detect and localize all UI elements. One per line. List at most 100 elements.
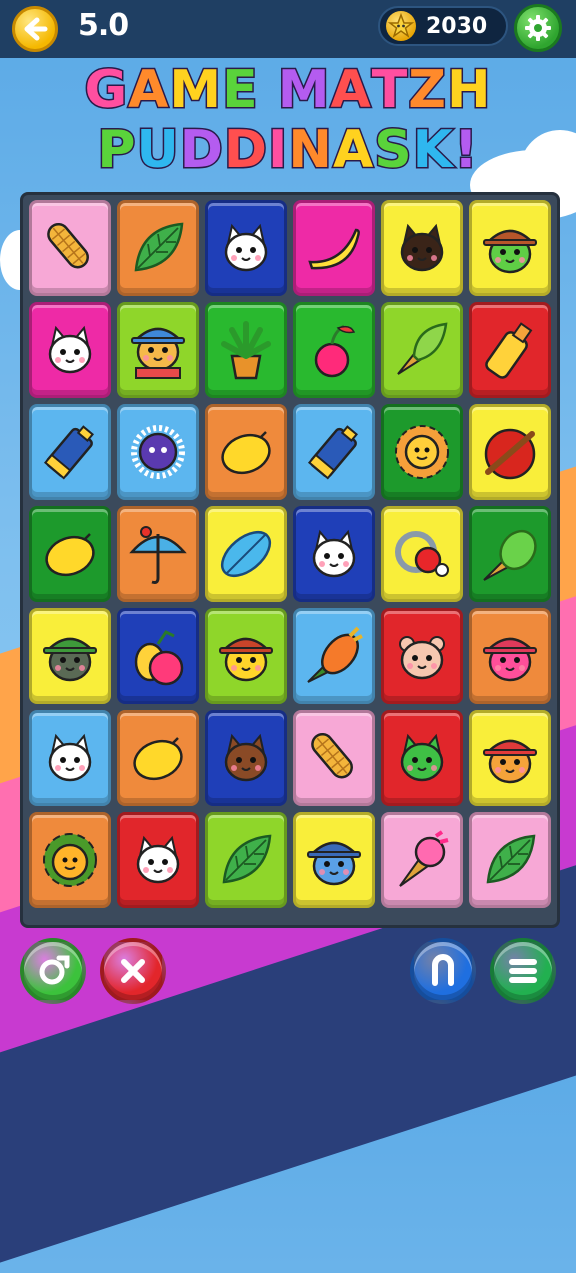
board-tile[interactable]: [469, 404, 551, 500]
green-cone-icon: [483, 529, 537, 581]
board-tile[interactable]: [469, 506, 551, 602]
board-tile[interactable]: [117, 506, 199, 602]
board-tile[interactable]: [293, 302, 375, 398]
board-tile[interactable]: [205, 710, 287, 806]
white-cat-icon: [48, 325, 92, 374]
title-letter: A: [329, 59, 372, 122]
board-tile[interactable]: [381, 506, 463, 602]
board-tile[interactable]: [381, 302, 463, 398]
board-tile[interactable]: [29, 404, 111, 500]
white-cat-icon: [312, 529, 356, 578]
green-cat-icon: [400, 733, 444, 782]
white-cat-icon: [136, 835, 180, 884]
shuffle-button[interactable]: [20, 938, 86, 1004]
banana-icon: [308, 228, 360, 270]
title-letter: Z: [407, 59, 448, 122]
board-tile[interactable]: [293, 404, 375, 500]
board-tile[interactable]: [293, 608, 375, 704]
lemon-icon: [133, 737, 183, 781]
title-letter: E: [221, 59, 260, 122]
green-hat-kid-icon: [43, 637, 97, 682]
board-tile[interactable]: [29, 200, 111, 296]
score-value: 2030: [426, 14, 488, 39]
board-tile[interactable]: [381, 710, 463, 806]
board-tile[interactable]: [469, 302, 551, 398]
fruit-pair-icon: [134, 630, 184, 686]
potted-plant-icon: [221, 321, 271, 380]
board-tile[interactable]: [29, 608, 111, 704]
sun-icon: [395, 425, 449, 479]
board-tile[interactable]: [293, 200, 375, 296]
board-tile[interactable]: [117, 812, 199, 908]
board-tile[interactable]: [117, 200, 199, 296]
board-tile[interactable]: [205, 506, 287, 602]
sunflower-icon: [43, 833, 97, 887]
title-letter: M: [168, 59, 223, 122]
board-tile[interactable]: [29, 812, 111, 908]
board-tile[interactable]: [117, 710, 199, 806]
magnet-button[interactable]: [410, 938, 476, 1004]
board-tile[interactable]: [469, 200, 551, 296]
title-letter: I: [267, 119, 289, 182]
ring-icon: [395, 531, 449, 577]
corn-cob-icon: [311, 732, 353, 779]
board-tile[interactable]: [469, 812, 551, 908]
board-tile[interactable]: [117, 302, 199, 398]
board-tile[interactable]: [293, 506, 375, 602]
board-tile[interactable]: [293, 710, 375, 806]
board-tile[interactable]: [381, 404, 463, 500]
leaf-cone-icon: [397, 322, 448, 375]
back-arrow-icon: [24, 17, 48, 41]
leaf-icon: [134, 222, 184, 272]
close-button[interactable]: [100, 938, 166, 1004]
carrot-cone-icon: [307, 626, 363, 683]
level-value: 5.0: [78, 8, 129, 43]
board-tile[interactable]: [205, 812, 287, 908]
cherry-icon: [314, 324, 356, 378]
brown-cat-icon: [224, 733, 268, 782]
title-letter: D: [178, 119, 224, 182]
settings-button[interactable]: [514, 4, 562, 52]
board-tile[interactable]: [205, 302, 287, 398]
title-letter: D: [222, 119, 269, 182]
red-ball-icon: [484, 428, 536, 480]
board-tile[interactable]: [381, 812, 463, 908]
pink-hat-kid-icon: [483, 637, 537, 682]
board-tile[interactable]: [205, 200, 287, 296]
back-button[interactable]: [12, 6, 58, 52]
title-letter: !: [452, 119, 479, 182]
title-letter: M: [276, 59, 331, 122]
menu-icon: [509, 959, 537, 983]
board-tile[interactable]: [469, 710, 551, 806]
bear-icon: [399, 636, 445, 680]
blue-hat-kid-icon: [307, 841, 361, 886]
score-display: 2030: [378, 6, 508, 46]
board-tile[interactable]: [29, 710, 111, 806]
lemon-icon: [45, 533, 95, 577]
board-tile[interactable]: [381, 608, 463, 704]
gear-icon: [525, 15, 551, 41]
black-cat-icon: [400, 223, 444, 272]
game-title-line-1: GAME MATZH: [0, 59, 576, 122]
menu-button[interactable]: [490, 938, 556, 1004]
blue-leaf-icon: [220, 530, 272, 578]
star-coin-icon: [386, 11, 416, 41]
board-tile[interactable]: [205, 608, 287, 704]
board-tile[interactable]: [381, 200, 463, 296]
yellow-bottle-icon: [485, 322, 533, 379]
board-tile[interactable]: [29, 506, 111, 602]
umbrella-icon: [129, 526, 187, 584]
white-cat-icon: [224, 223, 268, 272]
title-letter: P: [96, 119, 137, 182]
game-title-line-2: PUDDINASK!: [0, 119, 576, 182]
title-letter: K: [411, 119, 454, 182]
board-tile[interactable]: [29, 302, 111, 398]
board-tile[interactable]: [205, 404, 287, 500]
title-letter: H: [446, 59, 493, 122]
board-tile[interactable]: [469, 608, 551, 704]
board-tile[interactable]: [117, 404, 199, 500]
board-tile[interactable]: [293, 812, 375, 908]
board-tile[interactable]: [117, 608, 199, 704]
title-letter: U: [135, 119, 180, 182]
leaf-icon: [486, 834, 536, 884]
